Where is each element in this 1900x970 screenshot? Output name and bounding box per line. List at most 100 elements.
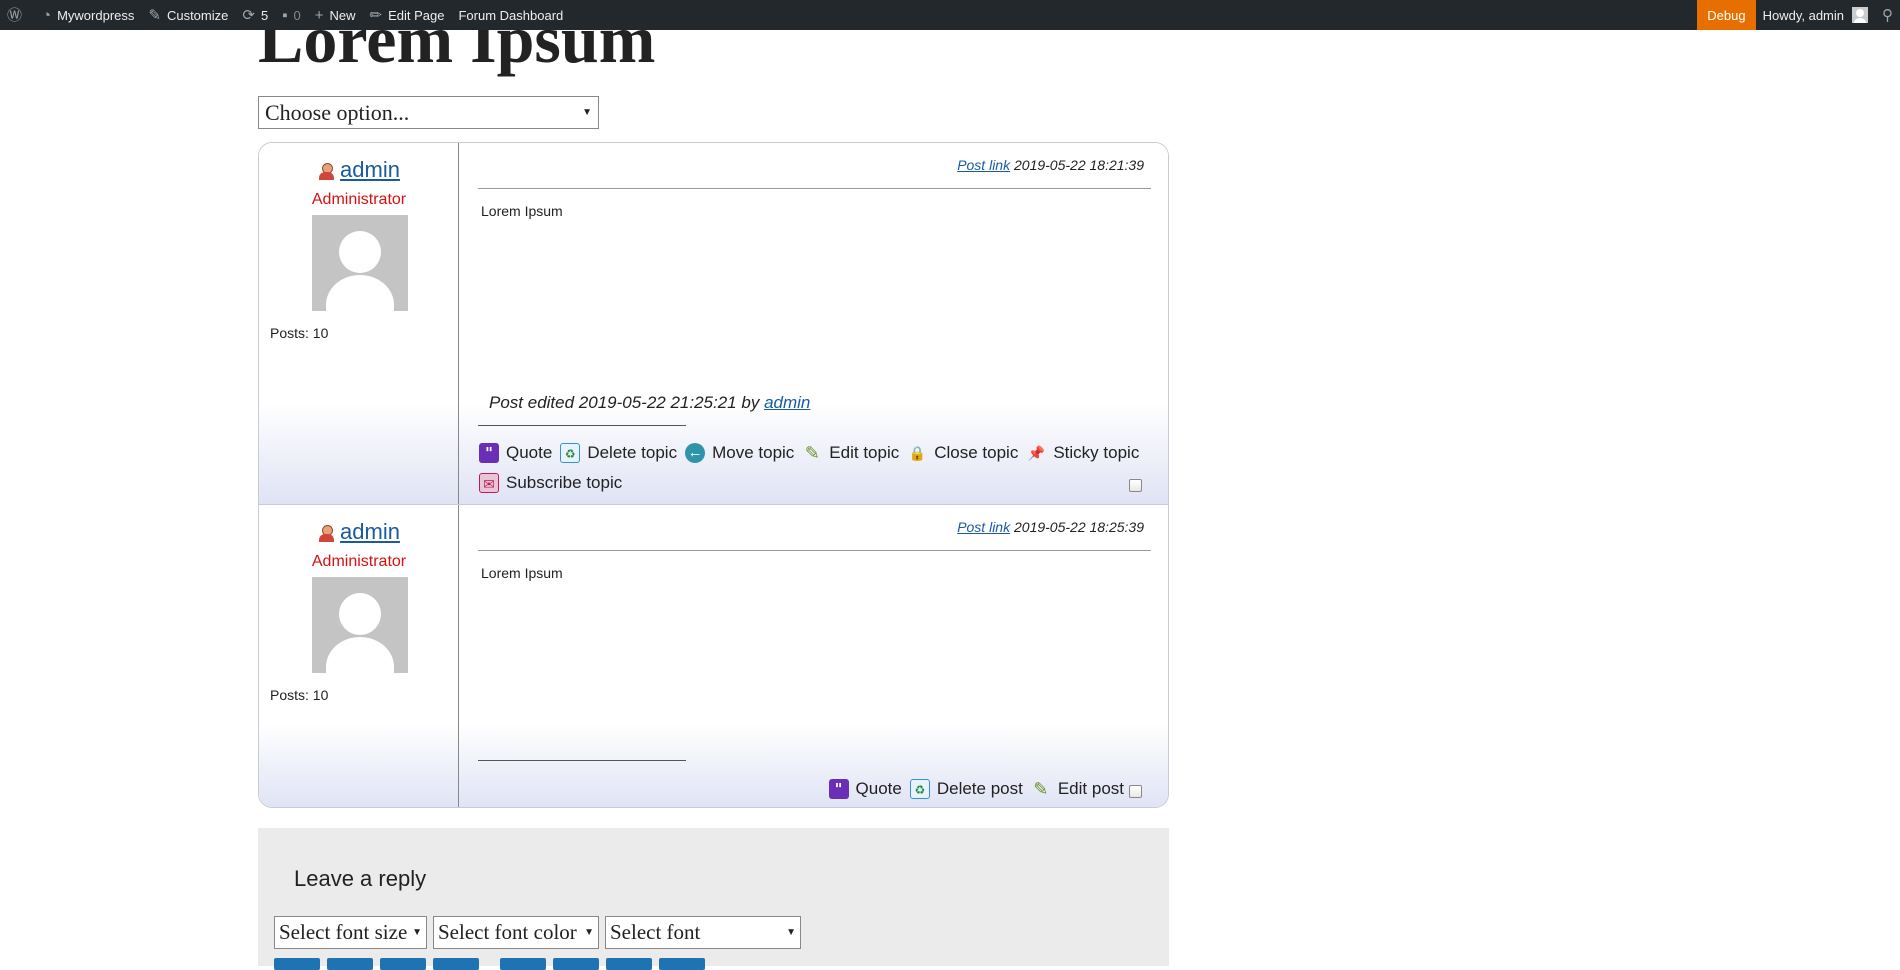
- edit-label: Edit topic: [829, 443, 900, 462]
- post-actions: " Quote ♻ Delete post ✎ Edit post: [828, 779, 1132, 799]
- chevron-down-icon: ▼: [584, 927, 594, 938]
- customize-label: Customize: [166, 7, 229, 23]
- editor-toolbar-button[interactable]: [553, 958, 599, 970]
- font-color-select[interactable]: Select font color ▼: [433, 916, 599, 949]
- pencil-icon: ✏: [369, 6, 383, 24]
- edit-post-button[interactable]: ✎ Edit post: [1031, 779, 1124, 799]
- forum-post: admin Administrator Posts: 10 Post link …: [259, 505, 1168, 807]
- site-name-link[interactable]: ◔ Mywordpress: [35, 0, 141, 30]
- edited-text: Post edited 2019-05-22 21:25:21 by: [489, 393, 760, 412]
- divider: [478, 550, 1151, 551]
- updates-link[interactable]: ⟳ 5: [235, 0, 275, 30]
- divider: [478, 188, 1151, 189]
- new-content-link[interactable]: + New: [308, 0, 363, 30]
- author-link[interactable]: admin: [340, 157, 400, 182]
- arrow-left-icon: ←: [685, 443, 706, 463]
- admin-bar: Ⓦ ◔ Mywordpress ✎ Customize ⟳ 5 ▪ 0 + New ✏ Ed…: [0, 0, 1900, 30]
- choose-option-value: Choose option...: [265, 99, 410, 125]
- post-content: Post link 2019-05-22 18:21:39 Lorem Ipsu…: [459, 143, 1168, 504]
- editor-toolbar-button[interactable]: [659, 958, 705, 970]
- edit-page-label: Edit Page: [388, 7, 445, 23]
- post-datetime: 2019-05-22 18:25:39: [1014, 519, 1144, 535]
- edit-label: Edit post: [1057, 779, 1124, 798]
- dashboard-icon: ◔: [42, 6, 52, 24]
- comments-link[interactable]: ▪ 0: [275, 0, 308, 30]
- forum-posts: admin Administrator Posts: 10 Post link …: [258, 142, 1169, 808]
- author-name: admin: [259, 157, 459, 183]
- post-link[interactable]: Post link: [957, 519, 1010, 535]
- mail-icon: ✉: [479, 473, 499, 493]
- sticky-topic-button[interactable]: 📌 Sticky topic: [1026, 443, 1140, 463]
- choose-option-select[interactable]: Choose option... ▼: [258, 96, 599, 129]
- close-topic-button[interactable]: 🔒 Close topic: [907, 443, 1019, 463]
- editor-toolbar-button[interactable]: [274, 958, 320, 970]
- author-name: admin: [259, 519, 459, 545]
- quote-icon: ": [479, 443, 499, 463]
- signature-divider: [478, 760, 686, 761]
- editor-toolbar-button[interactable]: [500, 958, 546, 970]
- wordpress-logo[interactable]: Ⓦ: [0, 0, 35, 30]
- subscribe-topic-button[interactable]: ✉ Subscribe topic: [479, 473, 622, 493]
- post-meta: Post link 2019-05-22 18:21:39: [957, 157, 1144, 173]
- post-actions-row-2: ✉ Subscribe topic: [479, 473, 630, 493]
- posts-count: Posts: 10: [270, 325, 329, 341]
- forum-dashboard-label: Forum Dashboard: [458, 7, 564, 23]
- chevron-down-icon: ▼: [786, 927, 796, 938]
- delete-topic-button[interactable]: ♻ Delete topic: [560, 443, 677, 463]
- debug-button[interactable]: Debug: [1697, 0, 1756, 30]
- move-label: Move topic: [712, 443, 795, 462]
- edit-topic-button[interactable]: ✎ Edit topic: [802, 443, 899, 463]
- move-topic-button[interactable]: ← Move topic: [685, 443, 794, 463]
- font-select[interactable]: Select font ▼: [605, 916, 801, 949]
- comments-count: 0: [293, 7, 301, 23]
- quote-label: Quote: [506, 443, 553, 462]
- author-avatar: [312, 577, 408, 673]
- font-color-value: Select font color: [438, 920, 577, 944]
- author-role: Administrator: [311, 553, 407, 570]
- site-name: Mywordpress: [57, 7, 135, 23]
- user-icon: [318, 524, 335, 543]
- font-value: Select font: [610, 920, 701, 944]
- quote-button[interactable]: " Quote: [828, 779, 902, 799]
- author-column: admin Administrator Posts: 10: [259, 143, 459, 504]
- recycle-bin-icon: ♻: [560, 443, 581, 463]
- select-post-checkbox[interactable]: [1129, 785, 1142, 798]
- account-menu[interactable]: Howdy, admin: [1756, 0, 1875, 30]
- quote-button[interactable]: " Quote: [479, 443, 552, 463]
- new-label: New: [329, 7, 356, 23]
- subscribe-label: Subscribe topic: [506, 473, 623, 492]
- quote-label: Quote: [855, 779, 902, 798]
- select-post-checkbox[interactable]: [1129, 479, 1142, 492]
- search-button[interactable]: ⚲: [1875, 0, 1900, 30]
- post-datetime: 2019-05-22 18:21:39: [1014, 157, 1144, 173]
- font-size-select[interactable]: Select font size ▼: [274, 916, 427, 949]
- pin-icon: 📌: [1027, 445, 1046, 461]
- signature-divider: [478, 425, 686, 426]
- comment-icon: ▪: [282, 6, 288, 24]
- edit-page-link[interactable]: ✏ Edit Page: [363, 0, 452, 30]
- reply-title: Leave a reply: [294, 866, 427, 891]
- forum-dashboard-link[interactable]: Forum Dashboard: [451, 0, 570, 30]
- post-body: Lorem Ipsum: [481, 565, 563, 581]
- posts-count: Posts: 10: [270, 687, 329, 703]
- edited-by-link[interactable]: admin: [764, 393, 810, 412]
- delete-label: Delete post: [936, 779, 1023, 798]
- customize-link[interactable]: ✎ Customize: [141, 0, 235, 30]
- editor-toolbar-button[interactable]: [380, 958, 426, 970]
- wordpress-icon: Ⓦ: [7, 6, 23, 24]
- author-avatar: [312, 215, 408, 311]
- reply-section: Leave a reply Select font size ▼ Select f…: [258, 828, 1169, 970]
- lock-icon: 🔒: [908, 445, 926, 461]
- delete-label: Delete topic: [587, 443, 678, 462]
- author-link[interactable]: admin: [340, 519, 400, 544]
- chevron-down-icon: ▼: [582, 107, 592, 118]
- editor-toolbar-button[interactable]: [327, 958, 373, 970]
- editor-toolbar-button[interactable]: [606, 958, 652, 970]
- updates-count: 5: [260, 7, 269, 23]
- delete-post-button[interactable]: ♻ Delete post: [909, 779, 1023, 799]
- post-actions: " Quote ♻ Delete topic ← Move topic ✎ Edit t…: [479, 443, 1147, 463]
- post-link[interactable]: Post link: [957, 157, 1010, 173]
- pencil-icon: ✎: [1033, 779, 1049, 799]
- editor-toolbar-button[interactable]: [433, 958, 479, 970]
- avatar: [1852, 7, 1868, 23]
